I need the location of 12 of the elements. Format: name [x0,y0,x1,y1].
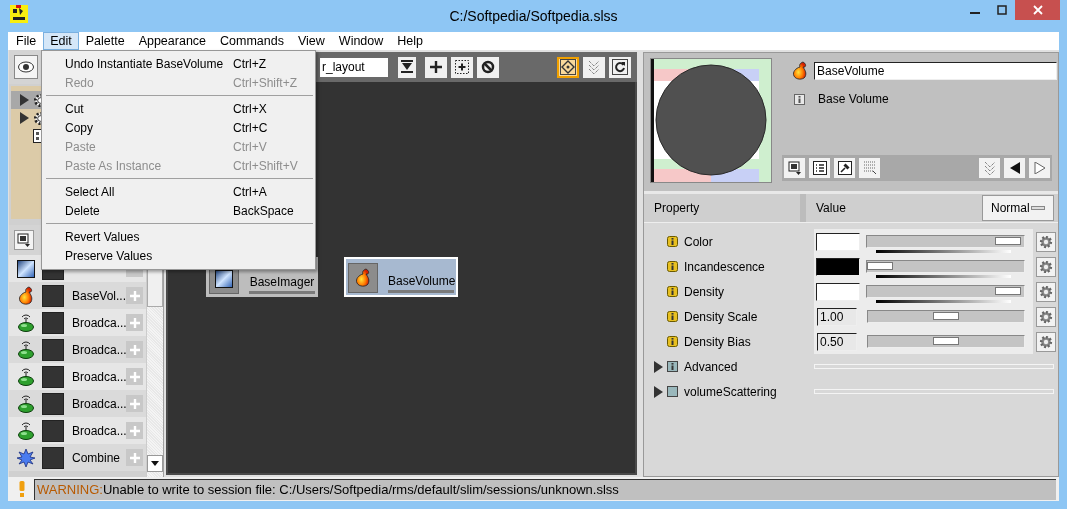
property-label: Incandescence [684,259,765,274]
status-text: Unable to write to session file: C:/Users/Softpedia/rms/default/slim/sessions/unknown.slss [102,482,619,497]
node-label: BaseImager [249,275,315,294]
property-label: Color [684,234,713,249]
shader-description: Base Volume [818,92,889,106]
window-title: C:/Softpedia/Softpedia.slss [449,8,618,24]
warning-label: WARNING: [37,482,103,497]
property-label: Density Bias [684,334,751,349]
column-header: Value [815,200,847,217]
property-label: Density [684,284,724,299]
node-label: BaseVolume [388,274,454,293]
property-label: Density Scale [684,309,758,324]
